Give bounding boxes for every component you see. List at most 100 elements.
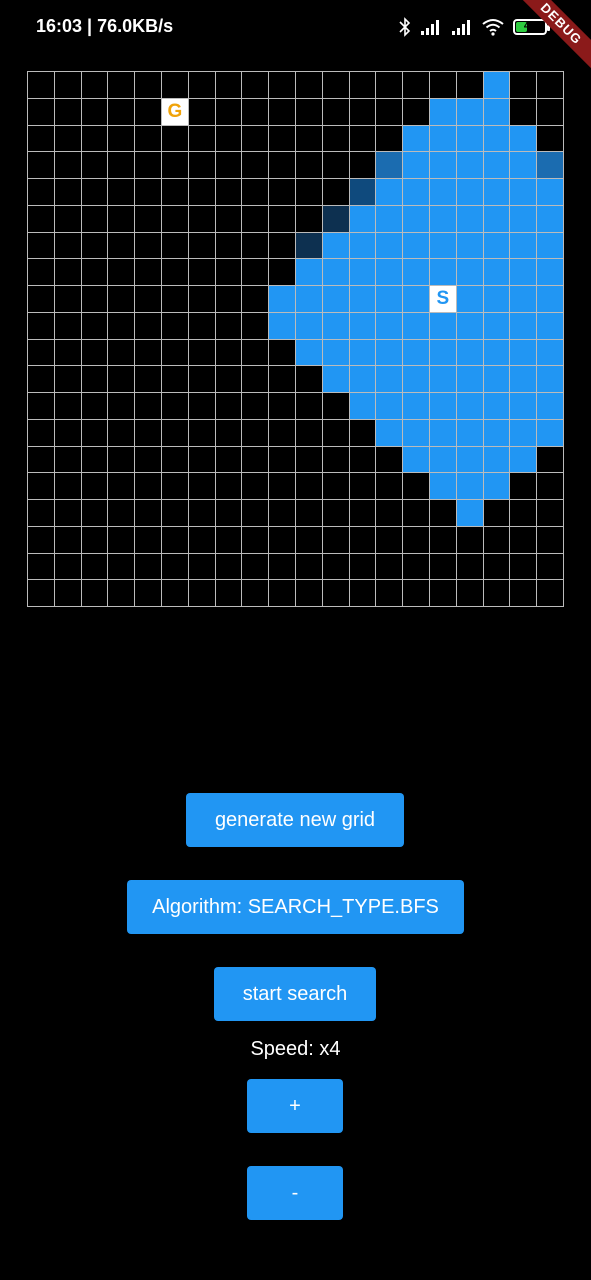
search-grid[interactable]: GS [27,71,564,607]
grid-cell[interactable] [53,178,81,205]
grid-cell[interactable] [294,97,322,125]
grid-cell[interactable] [402,97,429,125]
grid-cell[interactable] [214,445,242,473]
grid-cell[interactable] [348,97,376,125]
grid-cell[interactable] [321,552,349,580]
grid-cell[interactable] [241,552,269,580]
grid-cell[interactable] [27,445,54,473]
grid-cell[interactable] [160,499,188,526]
visited-cell[interactable] [455,472,483,499]
visited-cell[interactable] [375,178,403,205]
visited-cell[interactable] [455,124,483,152]
visited-cell[interactable] [455,285,483,312]
grid-cell[interactable] [134,178,161,205]
grid-cell[interactable] [107,178,135,205]
grid-cell[interactable] [241,338,269,366]
grid-cell[interactable] [27,178,54,205]
speed-increase-button[interactable]: + [247,1079,343,1133]
visited-cell[interactable] [375,204,403,232]
grid-cell[interactable] [53,552,81,580]
grid-cell[interactable] [348,472,376,499]
visited-cell[interactable] [294,285,322,312]
grid-cell[interactable] [107,285,135,312]
grid-cell[interactable] [482,552,510,580]
grid-cell[interactable] [160,151,188,178]
grid-cell[interactable] [294,71,322,98]
grid-cell[interactable] [160,311,188,339]
grid-cell[interactable] [294,124,322,152]
visited-cell[interactable] [509,258,537,285]
grid-cell[interactable] [375,472,403,499]
visited-cell[interactable] [509,445,537,473]
grid-cell[interactable] [375,525,403,553]
grid-cell[interactable] [53,124,81,152]
grid-cell[interactable] [241,365,269,392]
grid-cell[interactable] [134,151,161,178]
grid-cell[interactable] [321,525,349,553]
grid-cell[interactable] [107,71,135,98]
visited-cell[interactable] [402,392,429,419]
grid-cell[interactable] [321,499,349,526]
grid-cell[interactable] [241,97,269,125]
grid-cell[interactable] [53,392,81,419]
grid-cell[interactable] [294,472,322,499]
visited-cell[interactable] [482,151,510,178]
grid-cell[interactable] [27,204,54,232]
grid-cell[interactable] [107,445,135,473]
grid-cell[interactable] [214,311,242,339]
grid-cell[interactable] [268,418,295,446]
grid-cell[interactable] [80,204,108,232]
visited-cell[interactable] [455,365,483,392]
grid-cell[interactable] [53,285,81,312]
visited-cell[interactable] [348,285,376,312]
visited-cell[interactable] [294,338,322,366]
visited-cell[interactable] [348,204,376,232]
grid-cell[interactable] [187,338,215,366]
visited-cell[interactable] [482,178,510,205]
visited-cell[interactable] [402,285,429,312]
grid-cell[interactable] [428,579,456,606]
grid-cell[interactable] [509,499,537,526]
grid-cell[interactable] [241,579,269,606]
grid-cell[interactable] [375,445,403,473]
grid-cell[interactable] [107,124,135,152]
grid-cell[interactable] [402,579,429,606]
visited-cell[interactable] [482,97,510,125]
visited-cell[interactable] [321,365,349,392]
grid-cell[interactable] [455,552,483,580]
grid-cell[interactable] [27,392,54,419]
visited-cell[interactable] [402,258,429,285]
algorithm-button[interactable]: Algorithm: SEARCH_TYPE.BFS [127,880,464,934]
grid-cell[interactable] [53,338,81,366]
visited-cell[interactable] [536,392,563,419]
grid-cell[interactable] [509,579,537,606]
grid-cell[interactable] [107,97,135,125]
grid-cell[interactable] [321,418,349,446]
grid-cell[interactable] [375,579,403,606]
grid-cell[interactable] [536,525,563,553]
grid-cell[interactable] [107,418,135,446]
grid-cell[interactable] [53,204,81,232]
visited-cell[interactable] [509,151,537,178]
visited-cell[interactable] [402,151,429,178]
visited-cell[interactable] [348,231,376,259]
visited-cell[interactable] [536,231,563,259]
grid-cell[interactable] [214,178,242,205]
grid-cell[interactable] [375,124,403,152]
grid-cell[interactable] [187,204,215,232]
grid-cell[interactable] [80,285,108,312]
visited-cell[interactable] [536,178,563,205]
frontier-cell[interactable] [294,231,322,259]
grid-cell[interactable] [160,258,188,285]
grid-cell[interactable] [214,338,242,366]
grid-cell[interactable] [321,178,349,205]
grid-cell[interactable] [428,71,456,98]
grid-cell[interactable] [160,338,188,366]
visited-cell[interactable] [455,258,483,285]
visited-cell[interactable] [428,418,456,446]
grid-cell[interactable] [80,338,108,366]
visited-cell[interactable] [348,311,376,339]
visited-cell[interactable] [321,338,349,366]
grid-cell[interactable] [268,71,295,98]
visited-cell[interactable] [509,204,537,232]
